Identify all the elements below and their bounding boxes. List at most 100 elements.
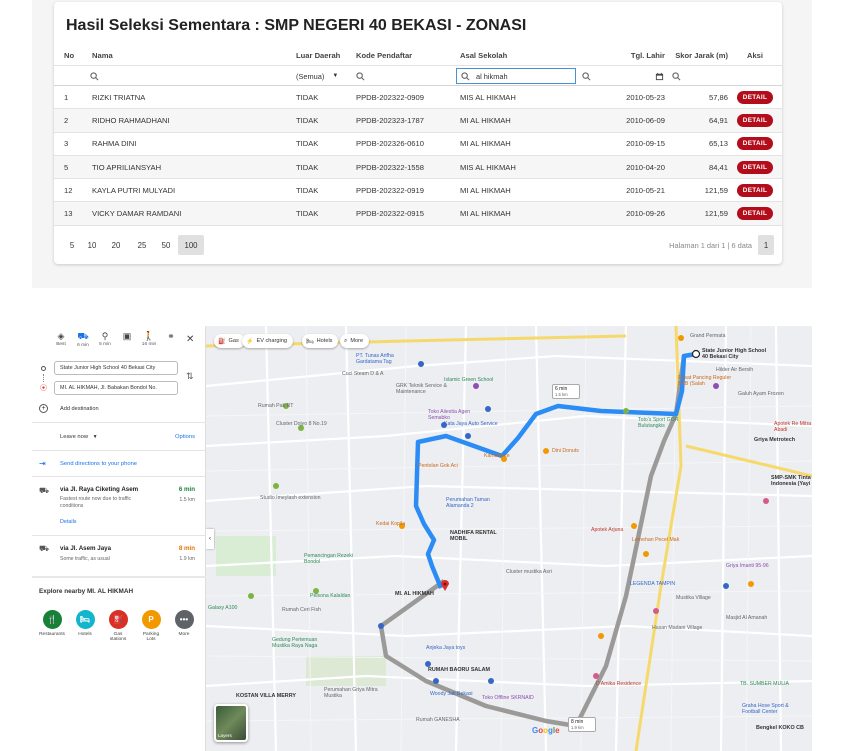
explore-restaurants[interactable]: 🍴 Restaurants	[39, 610, 65, 637]
map-place-label[interactable]: Kata Jaya Auto Service	[444, 421, 498, 428]
destination-input[interactable]: MI. AL HIKMAH, Jl. Babakan Bondol No.	[54, 381, 178, 395]
map-place-label[interactable]: SMP-SMK Tinta Indonesia (Yayi	[771, 475, 812, 487]
page-size-25[interactable]: 25	[132, 235, 152, 255]
map-place-label[interactable]: Galaxy A100	[208, 605, 237, 612]
travel-mode-diamond-route[interactable]: ◈ Best	[52, 331, 70, 347]
map-place-label[interactable]: Gedung Pertemuan Mustika Raya Naga	[272, 637, 336, 649]
route-time-box-1[interactable]: 6 min 1.5 km	[552, 384, 580, 399]
travel-mode-bicycle[interactable]: ⚭	[162, 331, 180, 342]
map-place-label[interactable]: Pentolan Gok Aci	[418, 463, 458, 470]
destination-label[interactable]: State Junior High School 40 Bekasi City	[702, 348, 772, 360]
detail-button[interactable]: DETAIL	[736, 113, 774, 127]
map-place-label[interactable]: Woody Jati Bekasi	[430, 691, 473, 698]
page-size-20[interactable]: 20	[106, 235, 126, 255]
map-place-label[interactable]: Studio Imeylash extension	[260, 495, 321, 502]
page-size-100[interactable]: 100	[178, 235, 204, 255]
map-place-label[interactable]: Anjeka Jaya toys	[426, 645, 465, 652]
map-place-label[interactable]: Pemancingan Rezeki Bondol	[304, 553, 368, 565]
explore-more[interactable]: ••• More	[171, 610, 197, 637]
chip-more[interactable]: ⌕ More	[340, 334, 370, 348]
map-place-label[interactable]: Perumahan Griya Mitra Mustika	[324, 687, 388, 699]
map-place-label[interactable]: RUMAH BAORU SALAM	[428, 667, 490, 674]
map-place-label[interactable]: NADHIFA RENTAL MOBIL	[450, 530, 514, 542]
detail-button[interactable]: DETAIL	[736, 90, 774, 104]
map-place-label[interactable]: Cuci Steam D & A	[342, 371, 384, 378]
options-link[interactable]: Options	[175, 434, 195, 440]
map-place-label[interactable]: Cluster mustika Asri	[506, 569, 552, 576]
send-phone-icon[interactable]: ⇥	[39, 459, 46, 468]
chip-hotels[interactable]: 🛏 Hotels	[302, 334, 339, 348]
add-destination[interactable]: Add destination	[60, 406, 99, 412]
map-place-label[interactable]: LEGENDA TAMPIN	[630, 581, 675, 588]
collapse-panel-button[interactable]: ‹	[206, 529, 214, 549]
map-place-label[interactable]: Rumah Ceri Fish	[282, 607, 321, 614]
map-place-label[interactable]: Apotek Re Mitra Abadi	[774, 421, 812, 433]
map-place-label[interactable]: Apotek Arjuna	[591, 527, 623, 534]
travel-mode-transit[interactable]: ▣	[118, 331, 136, 342]
map-place-label[interactable]: Dini Donuts	[552, 448, 579, 455]
map-place-label[interactable]: Toto's Sport GOR Bulutangkis	[638, 417, 702, 429]
map-place-label[interactable]: D'Amika Residence	[596, 681, 641, 688]
layers-button[interactable]: Layers	[214, 704, 248, 742]
travel-mode-walk[interactable]: 🚶 16 min	[140, 331, 158, 347]
chip-gas[interactable]: ⛽ Gas	[214, 334, 245, 348]
page-size-50[interactable]: 50	[156, 235, 176, 255]
map-place-label[interactable]: Kamakioce	[484, 453, 510, 460]
page-1-button[interactable]: 1	[758, 235, 774, 255]
map-place-label[interactable]: Bengkel KOKO CB	[756, 725, 804, 732]
map-place-label[interactable]: PT. Tunas Arifha Gardatama Tag	[356, 353, 420, 365]
calendar-icon[interactable]	[655, 72, 664, 81]
map-place-label[interactable]: Graha Hose Sport & Football Center	[742, 703, 806, 715]
map-place-label[interactable]: Galuh Ayam Frozen	[738, 391, 784, 398]
map-place-label[interactable]: Rumah Pak RT	[258, 403, 293, 410]
map-place-label[interactable]: Mustika Village	[676, 595, 711, 602]
map-place-label[interactable]: Grand Permata	[690, 333, 725, 340]
detail-button[interactable]: DETAIL	[736, 160, 774, 174]
col-nama[interactable]: Nama	[92, 46, 292, 65]
map-place-label[interactable]: Griya Imanti 95-96	[726, 563, 769, 570]
route-2-via[interactable]: via Jl. Asem Jaya	[60, 545, 111, 552]
route-1-details-link[interactable]: Details	[60, 519, 76, 525]
send-to-phone-link[interactable]: Send directions to your phone	[60, 461, 137, 467]
col-no[interactable]: No	[64, 46, 90, 65]
origin-input[interactable]: State Junior High School 40 Bekasi City	[54, 361, 178, 375]
map-place-label[interactable]: Pusat Pancing Reguler SKB (Salah	[678, 375, 742, 387]
map-place-label[interactable]: Rumah GANESHA	[416, 717, 460, 724]
map-place-label[interactable]: KOSTAN VILLA MERRY	[236, 693, 296, 700]
page-size-10[interactable]: 10	[84, 235, 100, 255]
leave-now-dropdown[interactable]: Leave now ▼	[60, 434, 98, 440]
filter-kode[interactable]	[352, 68, 456, 84]
page-size-5[interactable]: 5	[64, 235, 80, 255]
map-place-label[interactable]: Toko Aiiestia Agen Semabko	[428, 409, 492, 421]
detail-button[interactable]: DETAIL	[736, 207, 774, 221]
explore-parking-lots[interactable]: P Parking Lots	[138, 610, 164, 642]
col-asal[interactable]: Asal Sekolah	[460, 46, 578, 65]
route-1-via[interactable]: via Jl. Raya Ciketing Asem	[60, 486, 138, 493]
map-view[interactable]: ⛽ Gas ⚡ EV charging 🛏 Hotels ⌕ More 6 min 1.5 k…	[206, 326, 812, 751]
map-place-label[interactable]: Masjid Al Amanah	[726, 615, 767, 622]
destination-marker[interactable]	[691, 349, 701, 359]
map-place-label[interactable]: Lemehan Pecel Mak	[632, 537, 679, 544]
detail-button[interactable]: DETAIL	[736, 137, 774, 151]
travel-mode-motorcycle[interactable]: ⚲ 5 min	[96, 331, 114, 347]
col-skor[interactable]: Skor Jarak (m)	[668, 46, 728, 65]
map-place-label[interactable]: GRK Teknik Service & Maintenance	[396, 383, 460, 395]
swap-icon[interactable]: ⇅	[186, 371, 194, 382]
map-place-label[interactable]: Kedai Kopila	[376, 521, 405, 528]
origin-label[interactable]: MI. AL HIKMAH	[395, 591, 434, 597]
map-place-label[interactable]: Perumahan Taman Alamanda 2	[446, 497, 510, 509]
filter-tgl-lahir[interactable]	[578, 68, 666, 84]
explore-gas-stations[interactable]: ⛽ Gas stations	[105, 610, 131, 642]
map-place-label[interactable]: Hilder Air Bersih	[716, 367, 753, 374]
filter-nama[interactable]	[86, 68, 292, 84]
filter-asal-sekolah[interactable]: al hikmah	[456, 68, 576, 84]
chip-ev-charging[interactable]: ⚡ EV charging	[242, 334, 293, 348]
map-place-label[interactable]: TB. SUMBER MULIA	[740, 681, 789, 688]
col-kode[interactable]: Kode Pendaftar	[356, 46, 456, 65]
filter-luar-daerah[interactable]: (Semua) ▼	[296, 68, 352, 84]
map-place-label[interactable]: Islamic Green School	[444, 377, 493, 384]
route-time-box-2[interactable]: 8 min 1.9 km	[568, 717, 596, 732]
map-place-label[interactable]: Toko Offline SKRNAID	[482, 695, 534, 702]
map-place-label[interactable]: Griya Metrotech	[754, 437, 795, 444]
origin-pin-icon[interactable]	[441, 580, 449, 591]
